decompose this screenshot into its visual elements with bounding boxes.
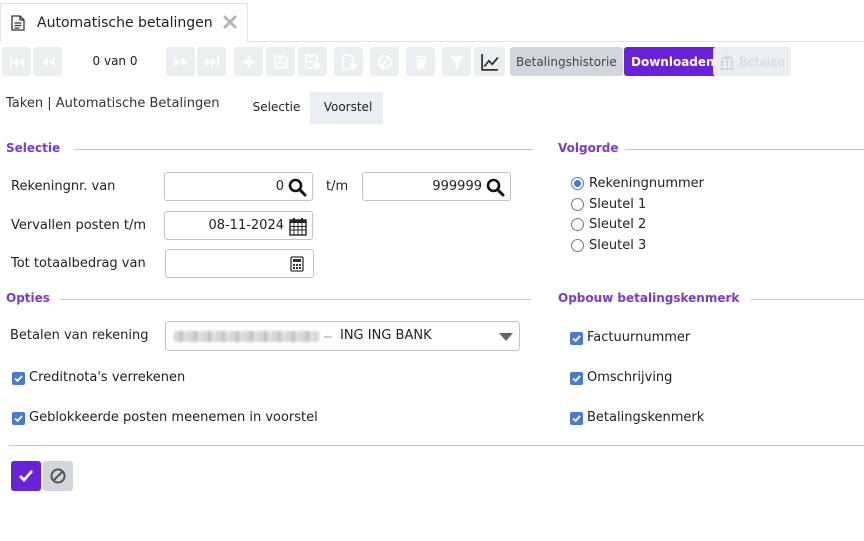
rekeningnr-to-input[interactable]: 999999: [362, 172, 511, 201]
radio-sleutel-1-label: Sleutel 1: [589, 197, 647, 212]
add-button[interactable]: [234, 47, 263, 76]
radio-rekeningnummer-label: Rekeningnummer: [589, 176, 705, 191]
section-selectie-divider: [74, 149, 533, 150]
save-icon: [273, 54, 288, 69]
first-record-button[interactable]: [2, 47, 31, 76]
rekeningnr-from-value: 0: [275, 179, 284, 194]
blurred-account-number: [174, 331, 319, 342]
geblokkeerd-checkbox[interactable]: [12, 412, 25, 425]
pay-label: Betalen: [739, 54, 785, 69]
section-opties-heading: Opties: [6, 291, 50, 305]
chart-button[interactable]: [474, 47, 505, 76]
tab-divider: [248, 41, 864, 42]
betalen-label: Betalen van rekening: [10, 328, 149, 343]
payment-history-button[interactable]: Betalingshistorie: [510, 47, 623, 76]
window-tab[interactable]: Automatische betalingen: [0, 3, 248, 42]
trash-icon: [414, 55, 427, 69]
confirm-button[interactable]: [11, 461, 41, 491]
line-chart-icon: [480, 53, 499, 71]
ban-icon: [377, 54, 392, 69]
betalen-rekening-value: ING ING BANK: [340, 328, 432, 343]
delete-button[interactable]: [406, 47, 435, 76]
search-icon[interactable]: [486, 178, 505, 197]
skip-first-icon: [9, 56, 24, 67]
omschrijving-checkbox[interactable]: [570, 372, 583, 385]
cancel-button[interactable]: [43, 461, 73, 491]
checkmark-icon: [19, 470, 34, 483]
plus-icon: [242, 55, 255, 68]
filter-icon: [449, 55, 464, 69]
checkmark-icon: [14, 375, 23, 383]
section-kenmerk-divider: [751, 299, 864, 300]
section-opties-divider: [60, 299, 531, 300]
betalingskenmerk-checkbox[interactable]: [570, 412, 583, 425]
checkmark-icon: [572, 415, 581, 423]
radio-sleutel-2-label: Sleutel 2: [589, 217, 647, 232]
radio-rekeningnummer[interactable]: [571, 177, 584, 190]
footer-divider: [9, 445, 864, 446]
document-export-icon: [341, 53, 356, 70]
tab-voorstel[interactable]: Voorstel: [314, 92, 382, 124]
skip-last-icon: [204, 56, 219, 67]
section-volgorde-divider: [625, 149, 864, 150]
geblokkeerd-label: Geblokkeerde posten meenemen in voorstel: [29, 410, 318, 425]
save-button[interactable]: [266, 47, 295, 76]
fast-forward-icon: [173, 56, 187, 67]
vervallen-label: Vervallen posten t/m: [11, 218, 147, 233]
radio-sleutel-3-label: Sleutel 3: [589, 238, 647, 253]
checkmark-icon: [572, 375, 581, 383]
calculator-icon[interactable]: [290, 256, 304, 272]
save-plus-icon: [304, 53, 320, 69]
next-record-button[interactable]: [166, 47, 195, 76]
factuurnummer-checkbox[interactable]: [570, 332, 583, 345]
totaal-label: Tot totaalbedrag van: [11, 256, 146, 271]
breadcrumb: Taken | Automatische Betalingen: [6, 96, 220, 111]
document-icon: [11, 15, 25, 31]
rekeningnr-from-input[interactable]: 0: [164, 172, 313, 201]
creditnota-checkbox[interactable]: [12, 372, 25, 385]
betalen-rekening-select[interactable]: ING ING BANK: [165, 321, 520, 351]
section-selectie-heading: Selectie: [6, 141, 61, 155]
record-counter: 0 van 0: [92, 54, 138, 68]
radio-sleutel-2[interactable]: [571, 218, 584, 231]
radio-sleutel-1[interactable]: [571, 198, 584, 211]
filter-button[interactable]: [442, 47, 471, 76]
previous-record-button[interactable]: [33, 47, 62, 76]
calendar-icon[interactable]: [289, 217, 307, 236]
download-button[interactable]: Downloaden: [624, 47, 722, 76]
radio-sleutel-3[interactable]: [571, 239, 584, 252]
totaal-input[interactable]: [165, 249, 314, 278]
vervallen-date-input[interactable]: 08-11-2024: [164, 211, 313, 240]
rekeningnr-label: Rekeningnr. van: [11, 179, 116, 194]
last-record-button[interactable]: [197, 47, 226, 76]
blurred-separator: [324, 336, 332, 338]
cancel-record-button[interactable]: [370, 47, 399, 76]
omschrijving-label: Omschrijving: [587, 370, 673, 385]
checkmark-icon: [14, 415, 23, 423]
checkmark-icon: [572, 335, 581, 343]
bank-icon: [720, 54, 734, 70]
pay-button[interactable]: Betalen: [713, 47, 791, 76]
section-volgorde-heading: Volgorde: [558, 141, 619, 155]
betalingskenmerk-label: Betalingskenmerk: [587, 410, 705, 425]
rekeningnr-to-value: 999999: [432, 179, 482, 194]
chevron-down-icon: [499, 333, 513, 341]
close-icon[interactable]: [222, 14, 238, 30]
rewind-icon: [41, 56, 55, 67]
search-icon[interactable]: [288, 178, 307, 197]
vervallen-date-value: 08-11-2024: [208, 218, 284, 233]
export-button[interactable]: [334, 47, 363, 76]
tab-selectie[interactable]: Selectie: [243, 92, 310, 124]
save-close-button[interactable]: [298, 47, 327, 76]
tm-label: t/m: [326, 179, 349, 194]
creditnota-label: Creditnota's verrekenen: [29, 370, 186, 385]
ban-icon: [50, 468, 66, 484]
factuurnummer-label: Factuurnummer: [587, 330, 691, 345]
window-tab-title: Automatische betalingen: [37, 15, 213, 31]
section-kenmerk-heading: Opbouw betalingskenmerk: [558, 291, 740, 305]
